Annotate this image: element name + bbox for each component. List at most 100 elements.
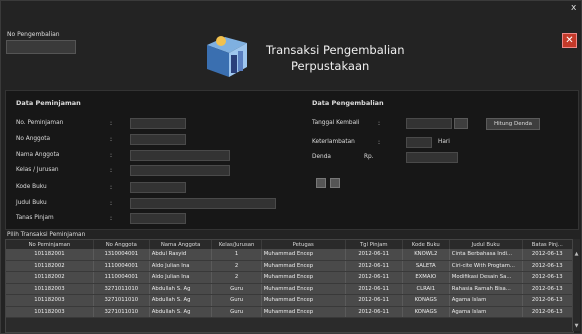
field-label: Judul Buku — [16, 200, 47, 206]
table-row[interactable]: 101182003 3271011010 Abdullah S. Ag Guru… — [6, 306, 573, 318]
column-header[interactable]: No Anggota — [93, 240, 150, 249]
table-cell: 2012-06-11 — [345, 249, 403, 261]
colon: : — [110, 152, 113, 159]
table-cell: Muhammad Encep — [261, 294, 346, 307]
no-pengembalian-label: No Pengembalian — [7, 31, 60, 38]
table-cell: Guru — [211, 294, 262, 307]
no-anggota-field[interactable] — [130, 134, 186, 145]
rp-label: Rp. — [364, 154, 374, 160]
calendar-button[interactable] — [454, 118, 468, 129]
table-cell: 3271011010 — [93, 306, 150, 318]
hari-label: Hari — [438, 139, 450, 145]
table-cell: EXMAIO — [402, 271, 450, 284]
table-cell: 3271011010 — [93, 294, 150, 307]
colon: : — [378, 120, 381, 127]
no-pengembalian-field[interactable] — [6, 40, 76, 54]
field-label: No. Peminjaman — [16, 120, 64, 126]
table-cell: Abdul Rasyid — [149, 249, 213, 261]
table-cell: 2012-06-11 — [345, 271, 403, 284]
table-cell: 1110004001 — [93, 271, 150, 284]
column-header[interactable]: Batas Pinj... — [522, 240, 573, 249]
table-cell: Muhammad Encep — [261, 260, 346, 272]
table-cell: Abdullah S. Ag — [149, 294, 213, 307]
keterlambatan-field[interactable] — [406, 137, 432, 148]
nama-anggota-field[interactable] — [130, 150, 230, 161]
table-cell: 1110004001 — [93, 260, 150, 272]
tanggal-kembali-label: Tanggal Kembali — [312, 120, 360, 126]
column-header[interactable]: No Peminjaman — [6, 240, 94, 249]
table-cell: 2 — [211, 271, 262, 284]
column-header[interactable]: Kode Buku — [402, 240, 450, 249]
table-scrollbar[interactable]: ▲ ▼ — [572, 239, 580, 331]
column-header[interactable]: Nama Anggota — [149, 240, 213, 249]
table-cell: 2012-06-13 — [522, 271, 573, 284]
table-row[interactable]: 101182002 1110004001 Aldo Julian Ina 2 M… — [6, 271, 573, 284]
page-subtitle: Perpustakaan — [291, 59, 370, 73]
column-header[interactable]: Kelas/Jurusan — [211, 240, 262, 249]
colon: : — [378, 139, 381, 146]
table-row[interactable]: 101182003 3271011010 Abdullah S. Ag Guru… — [6, 294, 573, 307]
page-title: Transaksi Pengembalian — [266, 43, 405, 57]
column-header[interactable]: Petugas — [261, 240, 346, 249]
form-panel: Data Peminjaman No. Peminjaman : No Angg… — [5, 90, 579, 230]
book-icon — [207, 36, 247, 77]
table-row[interactable]: 101182001 1310004001 Abdul Rasyid 1 Muha… — [6, 249, 573, 261]
table-cell: 101182002 — [6, 271, 94, 284]
table-cell: 2012-06-13 — [522, 260, 573, 272]
table-cell: 101182002 — [6, 260, 94, 272]
table-cell: 101182003 — [6, 306, 94, 318]
hitung-denda-button[interactable]: Hitung Denda — [486, 118, 540, 130]
section-title-pengembalian: Data Pengembalian — [312, 99, 384, 107]
kode-buku-field[interactable] — [130, 182, 186, 193]
table-cell: 2 — [211, 260, 262, 272]
table-cell: 2012-06-11 — [345, 306, 403, 318]
table-cell: 1310004001 — [93, 249, 150, 261]
table-cell: Muhammad Encep — [261, 283, 346, 295]
column-header[interactable]: Tgl Pinjam — [345, 240, 403, 249]
scroll-down-icon[interactable]: ▼ — [573, 323, 580, 329]
close-icon[interactable]: x — [571, 3, 576, 13]
table-row[interactable]: 101182002 1110004001 Aldo Julian Ina 2 M… — [6, 260, 573, 272]
table-row[interactable]: 101182003 3271011010 Abdullah S. Ag Guru… — [6, 283, 573, 295]
table-cell: Guru — [211, 306, 262, 318]
table-cell: SALETA — [402, 260, 450, 272]
colon: : — [110, 200, 113, 207]
table-cell: 2012-06-11 — [345, 294, 403, 307]
table-cell: Muhammad Encep — [261, 249, 346, 261]
table-header-row: No Peminjaman No Anggota Nama Anggota Ke… — [6, 240, 573, 249]
scroll-up-icon[interactable]: ▲ — [573, 251, 580, 257]
denda-label: Denda — [312, 154, 331, 160]
kelas-jurusan-field[interactable] — [130, 165, 230, 176]
field-label: Tanas Pinjam — [16, 215, 54, 221]
table-cell: Agama Islam — [449, 294, 523, 307]
clear-button[interactable] — [330, 178, 340, 188]
table-cell: Aldo Julian Ina — [149, 271, 213, 284]
column-header[interactable]: Judul Buku — [449, 240, 523, 249]
table-cell: KONAGS — [402, 294, 450, 307]
denda-field[interactable] — [406, 152, 458, 163]
table-cell: CLRAI1 — [402, 283, 450, 295]
table-cell: Cinta Berbahasa Indi... — [449, 249, 523, 261]
table-cell: Rahasia Ramah Bisa... — [449, 283, 523, 295]
table-cell: Agama Islam — [449, 306, 523, 318]
peminjaman-table[interactable]: No Peminjaman No Anggota Nama Anggota Ke… — [5, 239, 574, 333]
table-cell: Modifikasi Desain Sa... — [449, 271, 523, 284]
judul-buku-field[interactable] — [130, 198, 276, 209]
save-button[interactable] — [316, 178, 326, 188]
table-cell: Ciri-cite With Progtam... — [449, 260, 523, 272]
section-title-peminjaman: Data Peminjaman — [16, 99, 81, 107]
colon: : — [110, 215, 113, 222]
colon: : — [110, 120, 113, 127]
table-cell: 101182003 — [6, 283, 94, 295]
table-cell: 101182003 — [6, 294, 94, 307]
cancel-icon[interactable]: ✕ — [562, 33, 577, 48]
no-peminjaman-field[interactable] — [130, 118, 186, 129]
table-cell: KONAGS — [402, 306, 450, 318]
table-cell: 2012-06-13 — [522, 249, 573, 261]
tanggal-kembali-field[interactable] — [406, 118, 452, 129]
tanggal-pinjam-field[interactable] — [130, 213, 186, 224]
table-cell: 2012-06-13 — [522, 283, 573, 295]
table-cell: 2012-06-11 — [345, 260, 403, 272]
table-cell: 3271011010 — [93, 283, 150, 295]
table-title: Pilih Transaksi Peminjaman — [7, 232, 86, 238]
